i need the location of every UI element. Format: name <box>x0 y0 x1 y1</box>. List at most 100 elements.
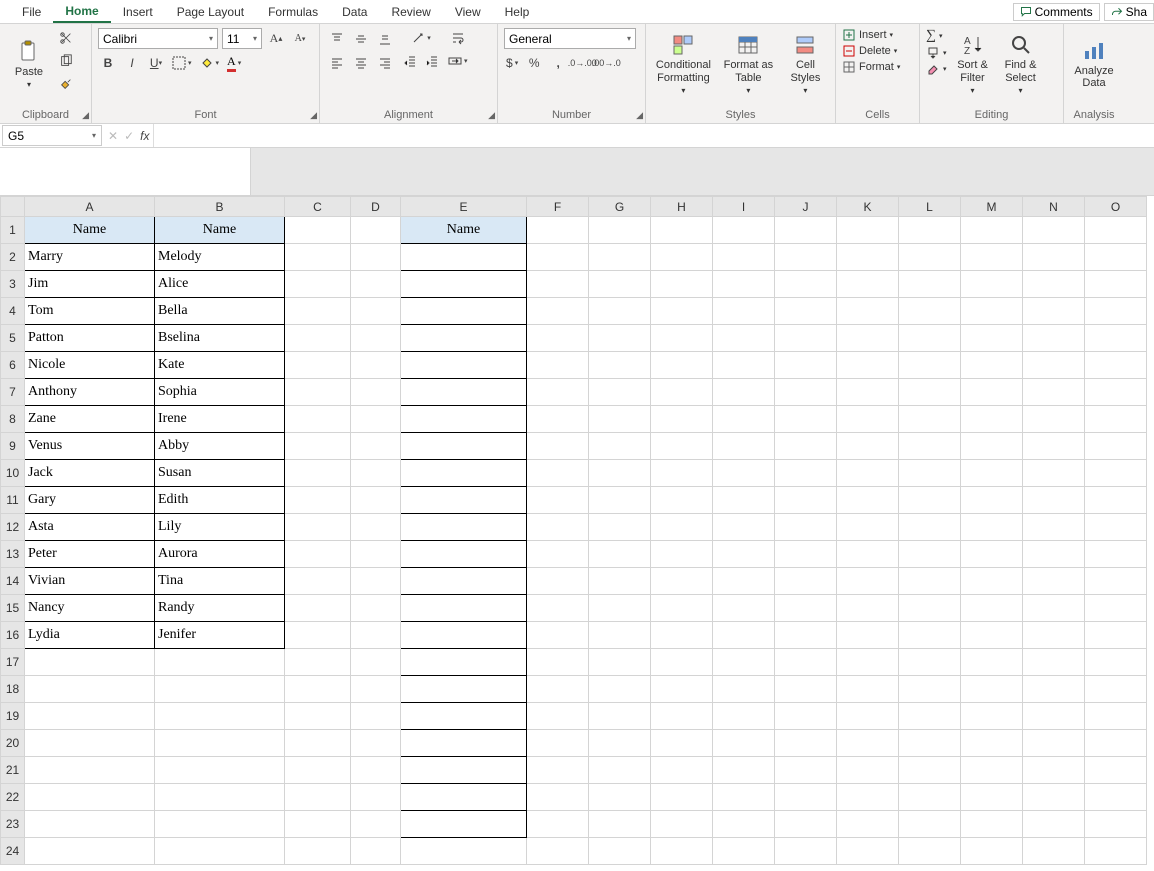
cell-M19[interactable] <box>961 703 1023 730</box>
select-all-corner[interactable] <box>1 197 25 217</box>
cell-D24[interactable] <box>351 838 401 865</box>
cell-E12[interactable] <box>401 514 527 541</box>
cell-F3[interactable] <box>527 271 589 298</box>
cell-B8[interactable]: Irene <box>155 406 285 433</box>
cell-E24[interactable] <box>401 838 527 865</box>
cell-D4[interactable] <box>351 298 401 325</box>
cell-K19[interactable] <box>837 703 899 730</box>
cell-J4[interactable] <box>775 298 837 325</box>
tab-help[interactable]: Help <box>493 2 542 22</box>
dialog-launcher-icon[interactable]: ◢ <box>310 110 317 121</box>
col-header-A[interactable]: A <box>25 197 155 217</box>
cell-N10[interactable] <box>1023 460 1085 487</box>
fill-button[interactable]: ▾ <box>926 46 947 60</box>
cell-C19[interactable] <box>285 703 351 730</box>
cell-J8[interactable] <box>775 406 837 433</box>
row-header-7[interactable]: 7 <box>1 379 25 406</box>
cell-K1[interactable] <box>837 217 899 244</box>
cell-K15[interactable] <box>837 595 899 622</box>
cell-D21[interactable] <box>351 757 401 784</box>
cell-F5[interactable] <box>527 325 589 352</box>
cut-button[interactable] <box>56 28 76 48</box>
cell-M11[interactable] <box>961 487 1023 514</box>
cell-N8[interactable] <box>1023 406 1085 433</box>
cell-M8[interactable] <box>961 406 1023 433</box>
cell-M20[interactable] <box>961 730 1023 757</box>
cell-N1[interactable] <box>1023 217 1085 244</box>
cell-J22[interactable] <box>775 784 837 811</box>
cell-N2[interactable] <box>1023 244 1085 271</box>
cell-F4[interactable] <box>527 298 589 325</box>
copy-button[interactable] <box>56 51 76 71</box>
cell-B18[interactable] <box>155 676 285 703</box>
cell-K17[interactable] <box>837 649 899 676</box>
cell-G24[interactable] <box>589 838 651 865</box>
cell-K22[interactable] <box>837 784 899 811</box>
cell-C12[interactable] <box>285 514 351 541</box>
cell-L18[interactable] <box>899 676 961 703</box>
cell-O7[interactable] <box>1085 379 1147 406</box>
cell-G12[interactable] <box>589 514 651 541</box>
cell-H14[interactable] <box>651 568 713 595</box>
cell-O19[interactable] <box>1085 703 1147 730</box>
cell-A13[interactable]: Peter <box>25 541 155 568</box>
cell-H21[interactable] <box>651 757 713 784</box>
cell-J16[interactable] <box>775 622 837 649</box>
cell-G6[interactable] <box>589 352 651 379</box>
cell-L15[interactable] <box>899 595 961 622</box>
cell-F11[interactable] <box>527 487 589 514</box>
cell-I23[interactable] <box>713 811 775 838</box>
cell-O23[interactable] <box>1085 811 1147 838</box>
cell-C20[interactable] <box>285 730 351 757</box>
cell-J17[interactable] <box>775 649 837 676</box>
cell-C15[interactable] <box>285 595 351 622</box>
cell-K23[interactable] <box>837 811 899 838</box>
cell-A7[interactable]: Anthony <box>25 379 155 406</box>
cell-O3[interactable] <box>1085 271 1147 298</box>
cell-D18[interactable] <box>351 676 401 703</box>
cell-M3[interactable] <box>961 271 1023 298</box>
cell-H9[interactable] <box>651 433 713 460</box>
cell-K12[interactable] <box>837 514 899 541</box>
underline-button[interactable]: U▾ <box>146 53 166 73</box>
row-header-19[interactable]: 19 <box>1 703 25 730</box>
cell-B2[interactable]: Melody <box>155 244 285 271</box>
tab-insert[interactable]: Insert <box>111 2 165 22</box>
cell-E5[interactable] <box>401 325 527 352</box>
cell-I3[interactable] <box>713 271 775 298</box>
merge-button[interactable]: ▾ <box>446 51 470 71</box>
cell-L1[interactable] <box>899 217 961 244</box>
cell-F16[interactable] <box>527 622 589 649</box>
cell-K11[interactable] <box>837 487 899 514</box>
cell-D3[interactable] <box>351 271 401 298</box>
cell-G7[interactable] <box>589 379 651 406</box>
cell-K14[interactable] <box>837 568 899 595</box>
cell-H15[interactable] <box>651 595 713 622</box>
cell-M1[interactable] <box>961 217 1023 244</box>
cell-I7[interactable] <box>713 379 775 406</box>
row-header-20[interactable]: 20 <box>1 730 25 757</box>
cell-O18[interactable] <box>1085 676 1147 703</box>
cell-M15[interactable] <box>961 595 1023 622</box>
cell-E19[interactable] <box>401 703 527 730</box>
cell-N15[interactable] <box>1023 595 1085 622</box>
cell-D11[interactable] <box>351 487 401 514</box>
fx-icon[interactable]: fx <box>140 129 149 143</box>
cell-L9[interactable] <box>899 433 961 460</box>
cell-O9[interactable] <box>1085 433 1147 460</box>
cell-I14[interactable] <box>713 568 775 595</box>
cell-C2[interactable] <box>285 244 351 271</box>
cell-A18[interactable] <box>25 676 155 703</box>
col-header-E[interactable]: E <box>401 197 527 217</box>
format-as-table-button[interactable]: Format as Table▾ <box>721 28 776 100</box>
cell-A3[interactable]: Jim <box>25 271 155 298</box>
cell-C17[interactable] <box>285 649 351 676</box>
cell-F17[interactable] <box>527 649 589 676</box>
increase-indent-button[interactable] <box>422 51 442 71</box>
cell-M9[interactable] <box>961 433 1023 460</box>
row-header-9[interactable]: 9 <box>1 433 25 460</box>
cell-O1[interactable] <box>1085 217 1147 244</box>
cell-G22[interactable] <box>589 784 651 811</box>
cell-K3[interactable] <box>837 271 899 298</box>
cell-B23[interactable] <box>155 811 285 838</box>
